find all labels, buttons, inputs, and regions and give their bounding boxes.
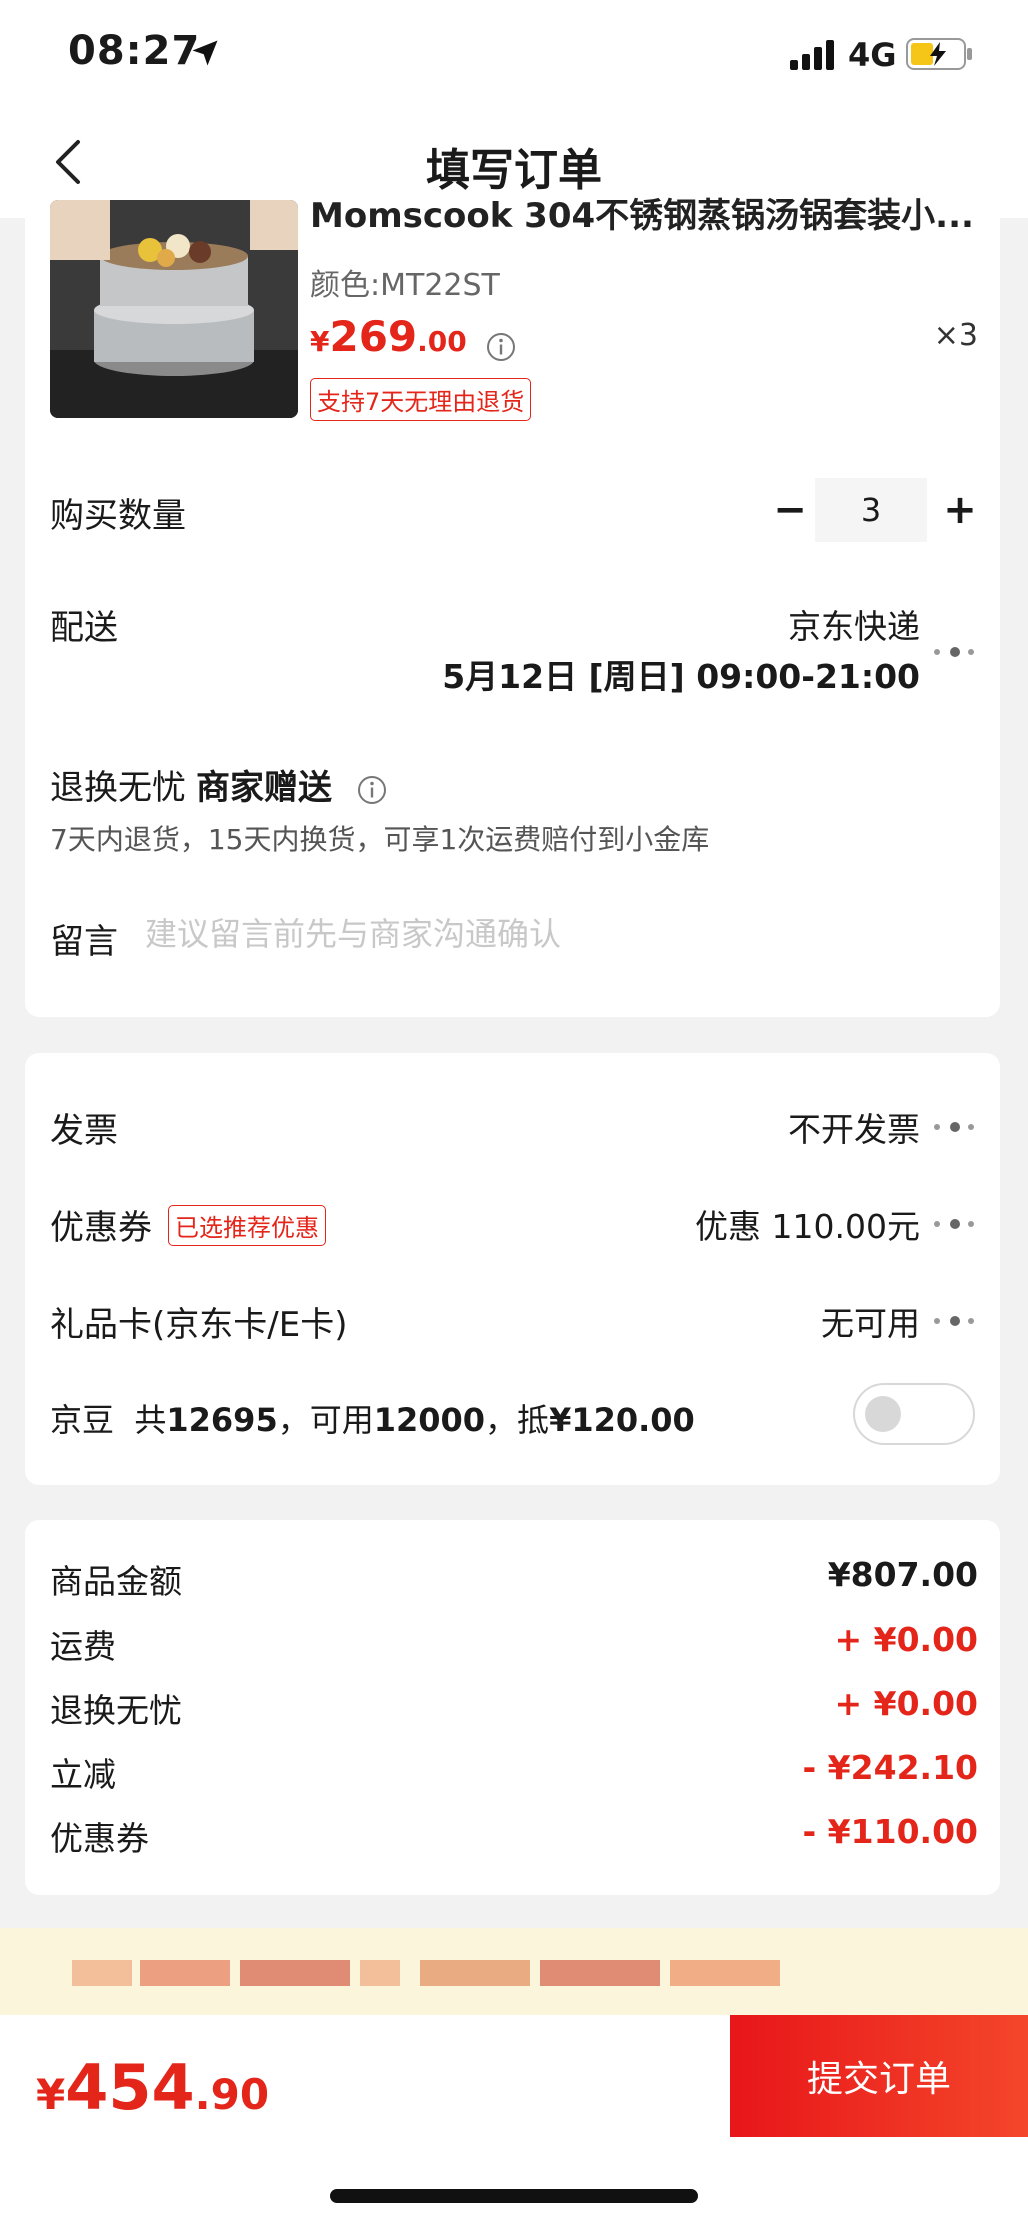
delivery-more-icon[interactable]: [932, 646, 978, 658]
invoice-more-icon[interactable]: [932, 1121, 978, 1133]
return-service-title: 退换无忧 商家赠送: [50, 760, 387, 809]
jd-beans-label: 京豆: [50, 1401, 115, 1439]
pixelated-block: [420, 1960, 530, 1986]
payment-options-card: 发票 不开发票 优惠券 已选推荐优惠 优惠 110.00元 礼品卡(京东卡/E卡…: [25, 1053, 1000, 1485]
quantity-multiplier: ×3: [933, 318, 978, 353]
gift-card-label: 礼品卡(京东卡/E卡): [50, 1305, 348, 1345]
location-arrow-icon: [192, 40, 218, 66]
pixelated-block: [360, 1960, 400, 1986]
info-icon[interactable]: [486, 332, 516, 362]
price-decimal: .00: [417, 325, 467, 358]
home-indicator[interactable]: [330, 2189, 698, 2203]
price-summary-card: 商品金额 ¥807.00 运费 + ¥0.00 退换无忧 + ¥0.00 立减 …: [25, 1520, 1000, 1895]
jd-beans-deduct: ¥120.00: [549, 1401, 695, 1439]
invoice-label: 发票: [50, 1111, 118, 1151]
total-integer: 454: [65, 2051, 195, 2124]
invoice-value[interactable]: 不开发票: [788, 1103, 920, 1151]
instant-discount-value: - ¥242.10: [802, 1748, 979, 1787]
toggle-knob: [865, 1396, 901, 1432]
quantity-decrease-button[interactable]: −: [760, 480, 820, 540]
jd-beans-info: 京豆 共12695，可用12000，抵¥120.00: [50, 1395, 695, 1441]
message-label: 留言: [50, 922, 118, 962]
pixelated-block: [240, 1960, 350, 1986]
jd-beans-toggle[interactable]: [853, 1383, 975, 1445]
coupon-label: 优惠券: [50, 1208, 152, 1248]
network-type: 4G: [848, 36, 897, 74]
pixelated-block: [140, 1960, 230, 1986]
pixelated-block: [540, 1960, 660, 1986]
status-bar: 08:27 4G: [0, 0, 1028, 110]
jd-beans-total: 12695: [166, 1401, 278, 1439]
steamer-pot-picture: [50, 200, 298, 418]
return-service-fee-value: + ¥0.00: [834, 1684, 978, 1723]
product-title[interactable]: Momscook 304不锈钢蒸锅汤锅套装小...: [310, 188, 990, 237]
goods-amount-label: 商品金额: [50, 1562, 182, 1601]
status-time: 08:27: [68, 28, 201, 74]
coupon-discount-label: 优惠券: [50, 1819, 149, 1858]
submit-order-button[interactable]: 提交订单: [730, 2015, 1028, 2137]
total-symbol: ¥: [36, 2070, 66, 2119]
coupon-more-icon[interactable]: [932, 1218, 978, 1230]
shipping-label: 运费: [50, 1627, 116, 1666]
quantity-increase-button[interactable]: +: [930, 480, 990, 540]
goods-amount-value: ¥807.00: [827, 1555, 978, 1594]
jd-beans-total-prefix: 共: [134, 1401, 167, 1439]
total-price: ¥454.90: [36, 2051, 269, 2124]
pixelated-block: [670, 1960, 780, 1986]
coupon-discount-value: - ¥110.00: [802, 1812, 979, 1851]
jd-beans-usable-prefix: ，可用: [277, 1401, 374, 1439]
delivery-carrier[interactable]: 京东快递: [788, 600, 920, 648]
delivery-time[interactable]: 5月12日 [周日] 09:00-21:00: [442, 650, 920, 698]
price-symbol: ¥: [310, 325, 330, 358]
checkout-bar: ¥454.90 提交订单: [0, 2015, 1028, 2223]
product-image[interactable]: [50, 200, 298, 418]
battery-charging-icon: [906, 38, 972, 70]
jd-beans-usable: 12000: [373, 1401, 486, 1439]
product-price: ¥269.00: [310, 312, 516, 362]
return-service-label: 退换无忧: [50, 768, 186, 808]
promo-banner[interactable]: [0, 1928, 1028, 2015]
message-input[interactable]: [145, 906, 965, 962]
shipping-value: + ¥0.00: [834, 1620, 978, 1659]
order-item-card: Momscook 304不锈钢蒸锅汤锅套装小... 颜色:MT22ST ¥269…: [25, 196, 1000, 1017]
instant-discount-label: 立减: [50, 1755, 116, 1794]
jd-beans-deduct-prefix: ，抵: [485, 1401, 550, 1439]
price-integer: 269: [329, 312, 418, 361]
return-service-fee-label: 退换无忧: [50, 1691, 182, 1730]
product-color: 颜色:MT22ST: [310, 268, 500, 303]
gift-card-value[interactable]: 无可用: [821, 1297, 920, 1345]
quantity-value[interactable]: 3: [815, 478, 927, 542]
gift-card-more-icon[interactable]: [932, 1315, 978, 1327]
signal-icon: [790, 40, 834, 70]
coupon-value[interactable]: 优惠 110.00元: [695, 1200, 920, 1248]
coupon-recommended-badge: 已选推荐优惠: [168, 1205, 326, 1246]
total-decimal: .90: [194, 2070, 270, 2119]
delivery-label: 配送: [50, 608, 118, 648]
merchant-gift-label: 商家赠送: [196, 768, 332, 808]
pixelated-block: [72, 1960, 132, 1986]
return-info-icon[interactable]: [357, 775, 387, 805]
return-policy-badge: 支持7天无理由退货: [310, 378, 532, 421]
return-service-description: 7天内退货，15天内换货，可享1次运费赔付到小金库: [50, 823, 710, 856]
quantity-label: 购买数量: [50, 496, 186, 536]
